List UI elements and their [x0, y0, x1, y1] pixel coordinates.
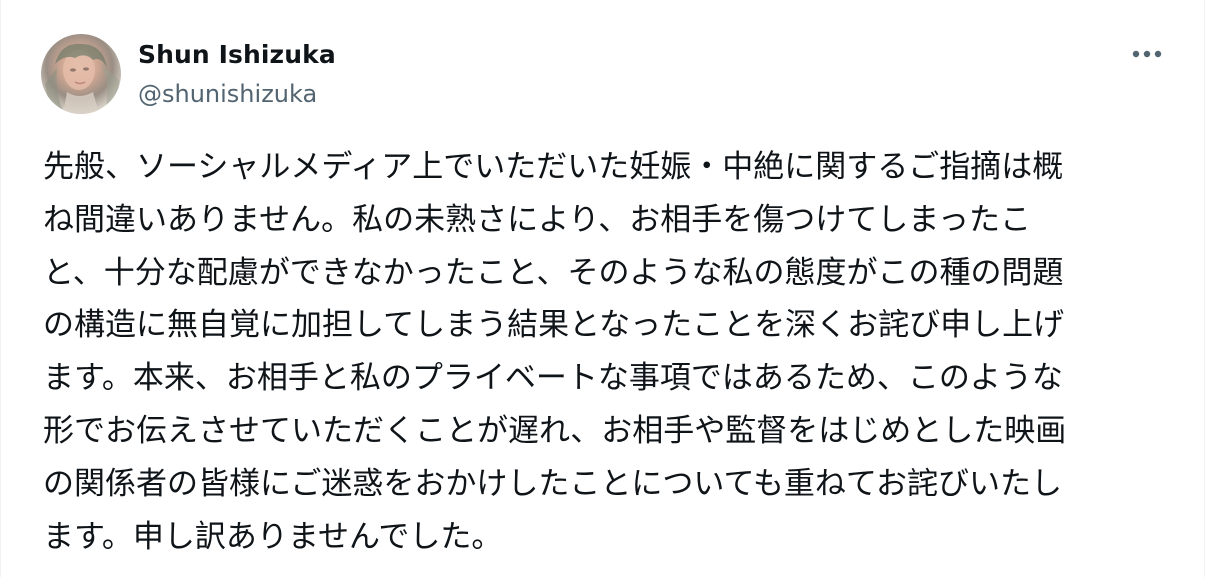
author-info: Shun Ishizuka @shunishizuka	[138, 38, 336, 110]
tweet-card: Shun Ishizuka @shunishizuka 先般、ソーシャルメディア…	[0, 0, 1205, 577]
tweet-text-line: の関係者の皆様にご迷惑をおかけしたことについても重ねてお詫びいたし	[43, 465, 1062, 502]
more-options-button[interactable]	[1129, 36, 1165, 72]
tweet-text-line: の構造に無自覚に加担してしまう結果となったことを深くお詫び申し上げ	[43, 307, 1065, 344]
avatar[interactable]	[41, 34, 121, 114]
tweet-text-line: ます。本来、お相手と私のプライベートな事項ではあるため、このような	[43, 360, 1063, 397]
more-horizontal-icon	[1132, 50, 1162, 58]
tweet-text-line: ます。申し訳ありませんでした。	[43, 518, 503, 555]
tweet-text-line: ね間違いありません。私の未熟さにより、お相手を傷つけてしまったこ	[43, 201, 1031, 238]
author-display-name[interactable]: Shun Ishizuka	[138, 38, 336, 72]
tweet-text-line: 先般、ソーシャルメディア上でいただいた妊娠・中絶に関するご指摘は概	[43, 149, 1064, 185]
profile-photo-icon	[45, 43, 119, 114]
tweet-text: 先般、ソーシャルメディア上でいただいた妊娠・中絶に関するご指摘は概 ね間違いあり…	[43, 141, 1175, 563]
tweet-text-line: 形でお伝えさせていただくことが遅れ、お相手や監督をはじめとした映画	[43, 412, 1067, 449]
author-handle[interactable]: @shunishizuka	[138, 78, 336, 110]
tweet-text-line: と、十分な配慮ができなかったこと、そのような私の態度がこの種の問題	[43, 254, 1064, 291]
